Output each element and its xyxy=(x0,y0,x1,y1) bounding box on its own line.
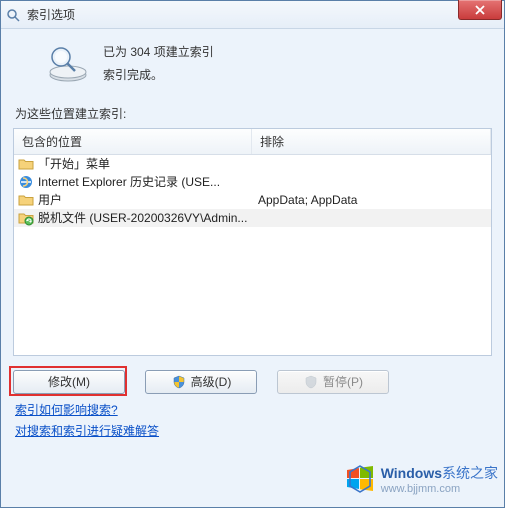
content-area: 已为 304 项建立索引 索引完成。 为这些位置建立索引: 包含的位置 排除 「… xyxy=(1,29,504,507)
status-row: 已为 304 项建立索引 索引完成。 xyxy=(47,41,494,87)
list-item[interactable]: 脱机文件 (USER-20200326VY\Admin... xyxy=(14,209,491,227)
pause-button-label: 暂停(P) xyxy=(323,373,363,390)
locations-list: 包含的位置 排除 「开始」菜单Internet Explorer 历史记录 (U… xyxy=(13,128,492,356)
locations-label: 为这些位置建立索引: xyxy=(15,105,494,122)
close-button[interactable] xyxy=(458,0,502,20)
status-text: 已为 304 项建立索引 索引完成。 xyxy=(103,41,214,87)
folder-icon xyxy=(18,192,34,208)
watermark-brand: Windows系统之家 xyxy=(381,463,498,483)
drive-magnifier-icon xyxy=(47,43,89,85)
link-troubleshoot[interactable]: 对搜索和索引进行疑难解答 xyxy=(15,424,159,438)
indexing-options-window: 索引选项 已为 304 项建立索引 索引完成。 为这些 xyxy=(0,0,505,508)
offline-icon xyxy=(18,210,34,226)
advanced-button[interactable]: 高级(D) xyxy=(145,370,257,394)
list-item-label: 脱机文件 (USER-20200326VY\Admin... xyxy=(38,209,247,226)
windows-logo-icon xyxy=(345,464,375,494)
list-item-exclude: AppData; AppData xyxy=(252,193,491,207)
list-item[interactable]: 用户 AppData; AppData xyxy=(14,191,491,209)
list-item[interactable]: Internet Explorer 历史记录 (USE... xyxy=(14,173,491,191)
ie-icon xyxy=(18,174,34,190)
pause-button: 暂停(P) xyxy=(277,370,389,394)
list-header: 包含的位置 排除 xyxy=(14,129,491,155)
modify-button[interactable]: 修改(M) xyxy=(13,370,125,394)
shield-icon xyxy=(303,374,319,390)
list-item-label: 用户 xyxy=(38,191,62,208)
advanced-button-label: 高级(D) xyxy=(191,373,232,390)
column-header-location[interactable]: 包含的位置 xyxy=(14,129,252,154)
list-item-label: 「开始」菜单 xyxy=(38,155,110,172)
status-line-complete: 索引完成。 xyxy=(103,64,214,87)
search-icon xyxy=(5,7,21,23)
list-body: 「开始」菜单Internet Explorer 历史记录 (USE...用户 Ap… xyxy=(14,155,491,355)
column-header-exclude[interactable]: 排除 xyxy=(252,129,491,154)
close-icon xyxy=(474,5,486,15)
button-row: 修改(M) 高级(D) xyxy=(13,370,492,394)
watermark-url: www.bjjmm.com xyxy=(381,483,498,495)
link-how-affects-search[interactable]: 索引如何影响搜索? xyxy=(15,403,118,417)
titlebar: 索引选项 xyxy=(1,1,504,29)
folder-icon xyxy=(18,156,34,172)
help-links: 索引如何影响搜索? 对搜索和索引进行疑难解答 xyxy=(15,400,490,443)
window-title: 索引选项 xyxy=(27,6,75,23)
modify-button-label: 修改(M) xyxy=(48,373,90,390)
list-item[interactable]: 「开始」菜单 xyxy=(14,155,491,173)
status-line-items: 已为 304 项建立索引 xyxy=(103,41,214,64)
watermark: Windows系统之家 www.bjjmm.com xyxy=(345,463,498,495)
shield-icon xyxy=(171,374,187,390)
list-item-label: Internet Explorer 历史记录 (USE... xyxy=(38,173,220,190)
